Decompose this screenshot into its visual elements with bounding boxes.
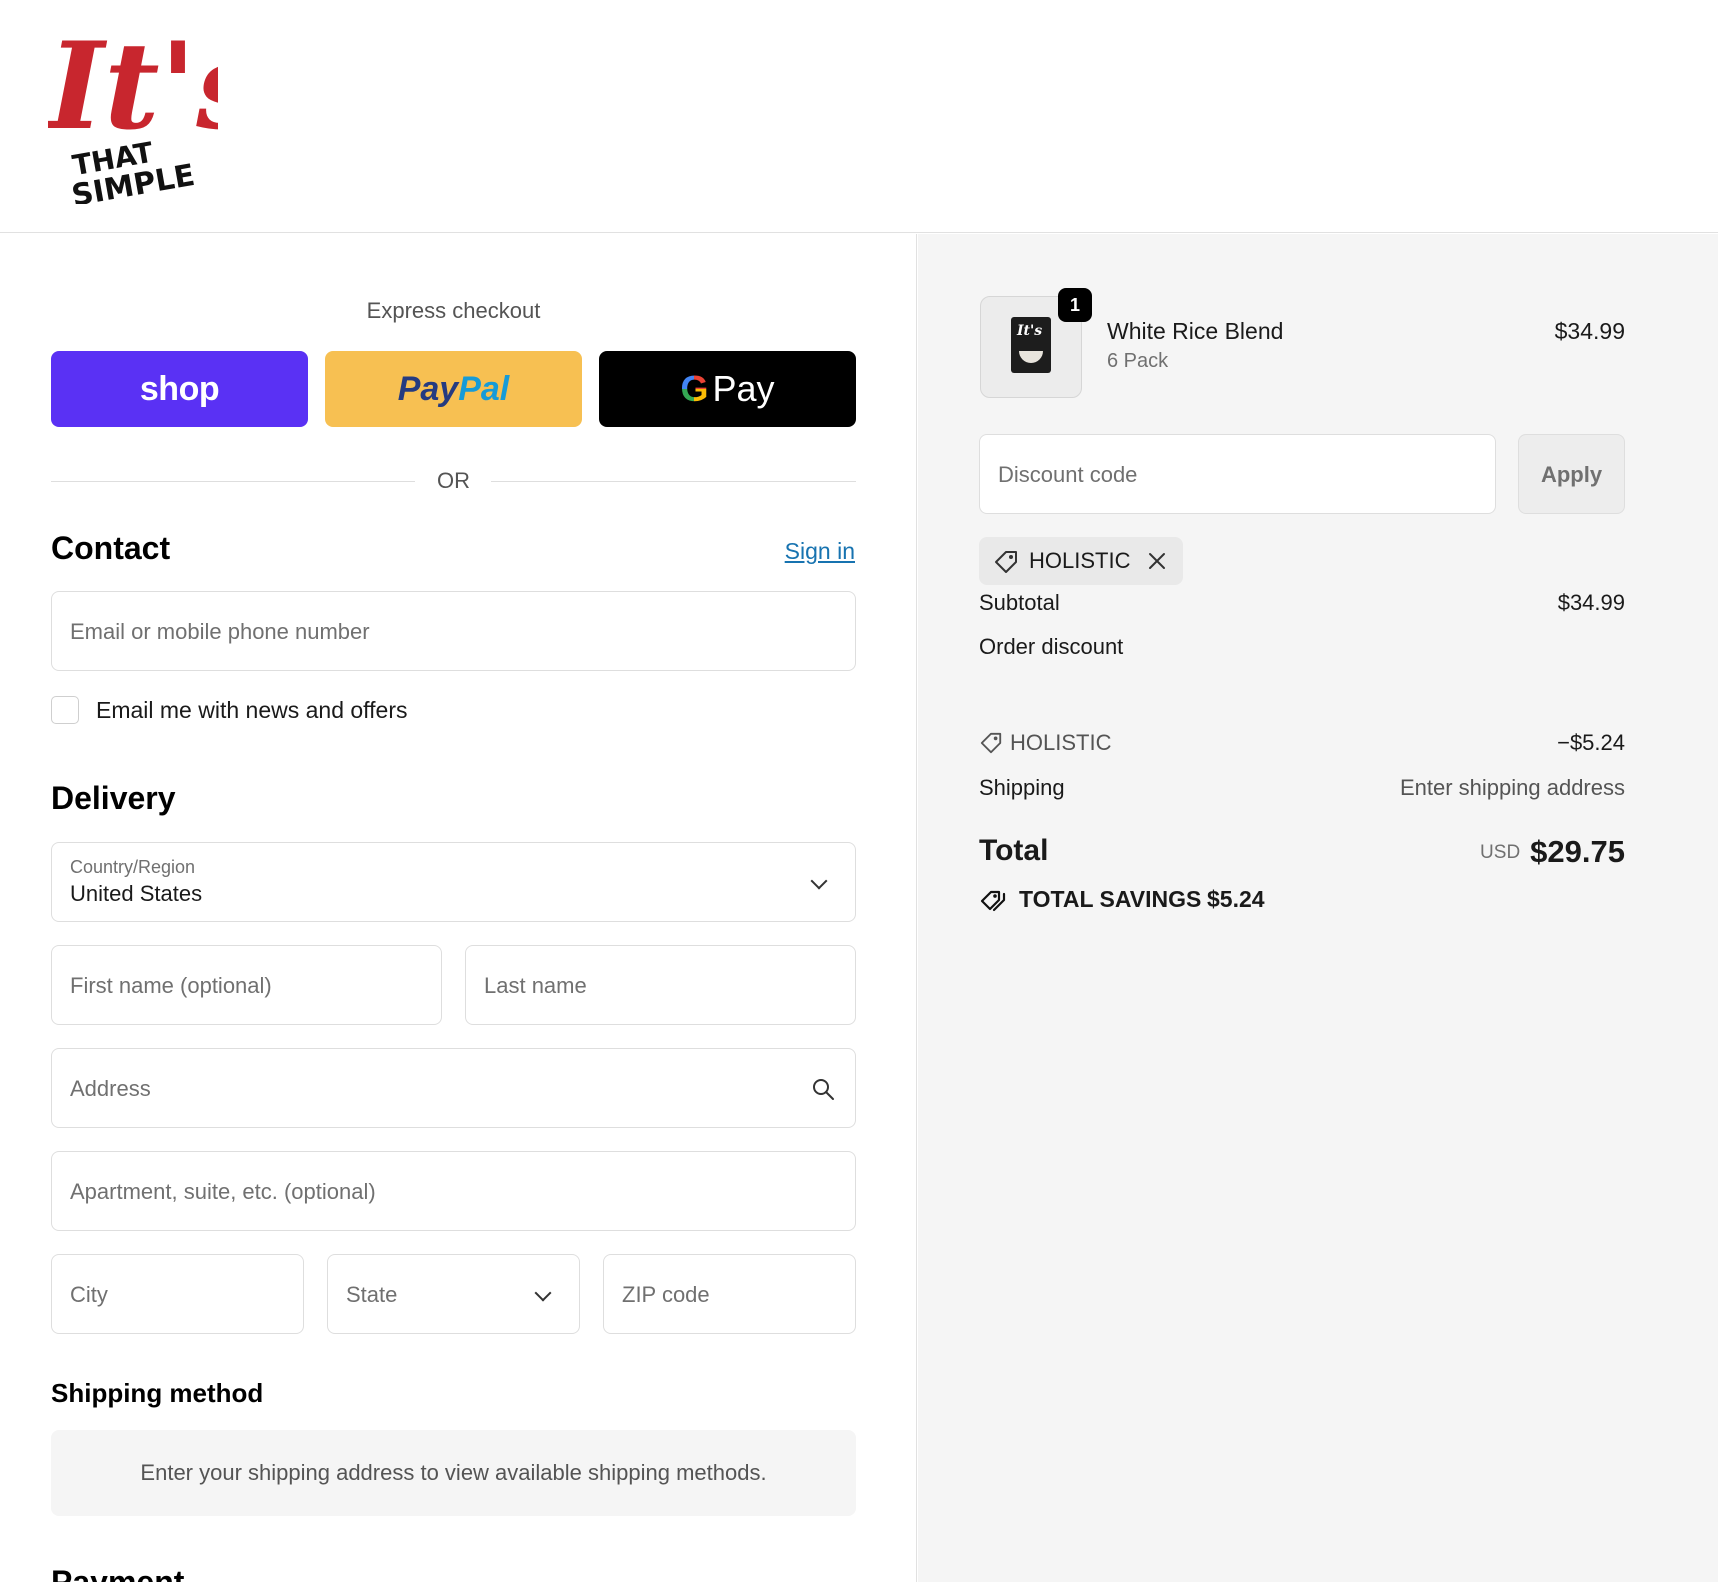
- shipping-method-title: Shipping method: [51, 1378, 264, 1408]
- first-name-placeholder: First name (optional): [70, 973, 272, 998]
- chevron-down-icon: [810, 872, 828, 890]
- order-summary: It's 1 White Rice Blend 6 Pack $34.99 Di…: [918, 234, 1718, 1582]
- shop-pay-label: shop: [139, 369, 220, 408]
- total-label: Total: [979, 834, 1049, 867]
- brand-logo[interactable]: It's THAT SIMPLE: [45, 16, 264, 214]
- apartment-placeholder: Apartment, suite, etc. (optional): [70, 1179, 376, 1204]
- tag-icon: [980, 732, 1002, 754]
- tag-icon: [995, 551, 1017, 573]
- newsletter-checkbox[interactable]: [51, 696, 79, 724]
- total-value: $29.75: [1530, 834, 1625, 869]
- quantity-badge: 1: [1058, 288, 1092, 322]
- or-label: OR: [437, 468, 470, 493]
- checkout-form: Express checkout shop Pay Pal G Pay OR Co…: [0, 234, 917, 1582]
- chevron-down-icon: [534, 1284, 552, 1302]
- country-select[interactable]: Country/Region United States: [51, 842, 856, 922]
- google-pay-label: Pay: [712, 368, 775, 409]
- google-pay-button[interactable]: G Pay: [599, 351, 856, 427]
- state-placeholder: State: [346, 1282, 398, 1307]
- city-placeholder: City: [70, 1282, 108, 1307]
- or-divider: OR: [51, 466, 856, 496]
- savings-tags-icon: [980, 890, 1006, 912]
- state-select[interactable]: State: [327, 1254, 580, 1334]
- remove-discount-icon[interactable]: [1147, 551, 1167, 571]
- subtotal-value: $34.99: [1557, 590, 1625, 615]
- apartment-field[interactable]: Apartment, suite, etc. (optional): [51, 1151, 856, 1231]
- contact-title: Contact: [51, 530, 171, 566]
- logo-script-text: It's: [48, 18, 218, 157]
- rice-bowl-image: [1019, 351, 1043, 363]
- total-savings-value: $5.24: [1207, 886, 1265, 912]
- shipping-value: Enter shipping address: [1399, 775, 1625, 800]
- last-name-field[interactable]: Last name: [465, 945, 856, 1025]
- discount-code-input[interactable]: Discount code: [979, 434, 1496, 514]
- address-placeholder: Address: [70, 1076, 151, 1101]
- country-label: Country/Region: [70, 857, 196, 877]
- paypal-button[interactable]: Pay Pal: [325, 351, 582, 427]
- country-value: United States: [70, 881, 203, 906]
- product-package-image: It's: [1011, 317, 1051, 373]
- last-name-placeholder: Last name: [484, 973, 587, 998]
- product-price: $34.99: [1554, 318, 1625, 344]
- shop-pay-button[interactable]: shop: [51, 351, 308, 427]
- zip-placeholder: ZIP code: [622, 1282, 710, 1307]
- order-discount-label: Order discount: [979, 634, 1124, 659]
- discount-code-label: HOLISTIC: [1010, 730, 1112, 755]
- total-savings-label: TOTAL SAVINGS: [1019, 886, 1202, 912]
- shipping-label: Shipping: [979, 775, 1065, 800]
- paypal-label-part1: Pay: [397, 369, 459, 408]
- discount-code-placeholder: Discount code: [998, 462, 1138, 487]
- applied-discount-chip: HOLISTIC: [979, 537, 1183, 585]
- shipping-method-message: Enter your shipping address to view avai…: [51, 1430, 856, 1516]
- page-header: It's THAT SIMPLE: [0, 0, 1718, 233]
- zip-field[interactable]: ZIP code: [603, 1254, 856, 1334]
- first-name-field[interactable]: First name (optional): [51, 945, 442, 1025]
- payment-title: Payment: [51, 1564, 185, 1582]
- product-name: White Rice Blend: [1107, 318, 1284, 344]
- email-placeholder: Email or mobile phone number: [70, 619, 370, 644]
- product-variant: 6 Pack: [1107, 350, 1169, 372]
- paypal-label-part2: Pal: [458, 369, 510, 408]
- total-value-group: USD $29.75: [1480, 834, 1625, 870]
- applied-discount-code: HOLISTIC: [1029, 548, 1131, 573]
- apply-discount-button[interactable]: Apply: [1518, 434, 1625, 514]
- delivery-title: Delivery: [51, 780, 176, 816]
- subtotal-label: Subtotal: [979, 590, 1060, 615]
- sign-in-link[interactable]: Sign in: [785, 538, 855, 565]
- email-field[interactable]: Email or mobile phone number: [51, 591, 856, 671]
- address-field[interactable]: Address: [51, 1048, 856, 1128]
- express-checkout-label: Express checkout: [366, 298, 541, 323]
- search-icon: [813, 1079, 834, 1100]
- city-field[interactable]: City: [51, 1254, 304, 1334]
- product-package-label: It's: [1017, 323, 1043, 339]
- total-currency: USD: [1480, 842, 1521, 863]
- discount-value: −$5.24: [1557, 730, 1625, 755]
- google-g-icon: G: [680, 368, 709, 409]
- newsletter-label: Email me with news and offers: [96, 697, 408, 723]
